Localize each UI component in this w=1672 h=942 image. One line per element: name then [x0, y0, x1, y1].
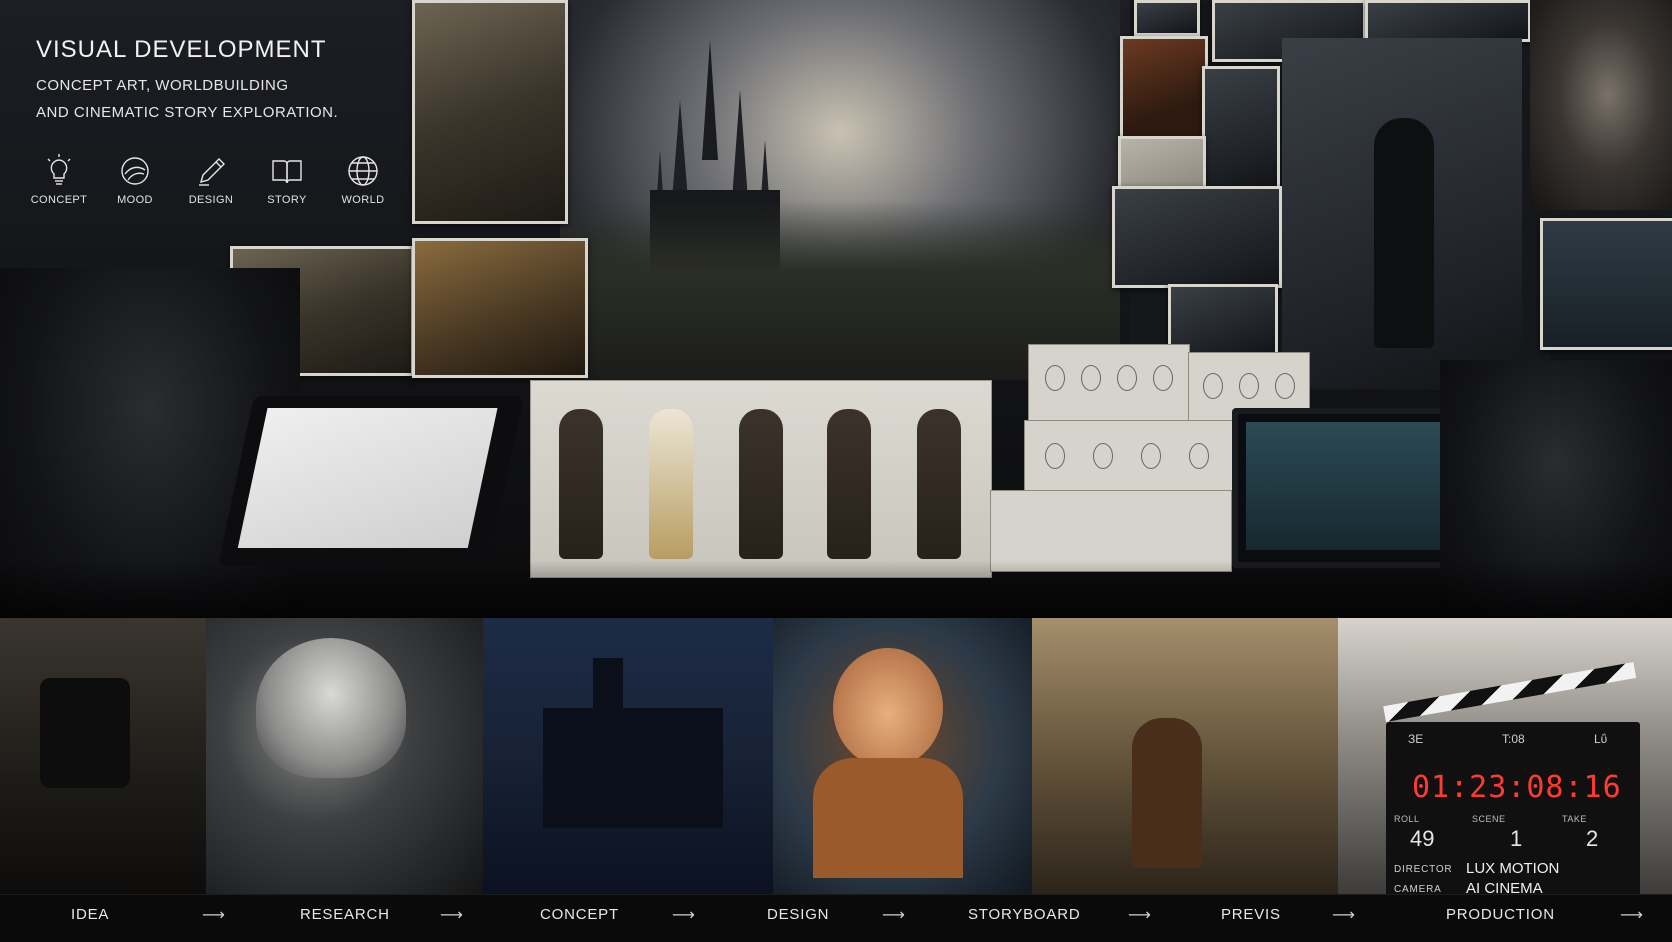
roll-label: ROLL — [1394, 814, 1420, 824]
arrow-icon: ⟶ — [1332, 907, 1355, 924]
arrow-icon: ⟶ — [1128, 907, 1151, 924]
category-world: WORLD — [328, 154, 398, 206]
clapperboard: ЗЕ T:08 Lΰ ROLL 49 SCENE 1 TAKE 2 DIRECT… — [1386, 722, 1640, 898]
panel-haunted-mansion — [483, 618, 773, 894]
arrow-icon: ⟶ — [440, 907, 463, 924]
category-label: CONCEPT — [30, 194, 88, 206]
take-label: TAKE — [1562, 814, 1587, 824]
pipeline-step-research: RESEARCH — [300, 906, 390, 923]
category-label: MOOD — [117, 194, 153, 206]
monitor-screen — [1246, 422, 1462, 550]
pinned-print — [1118, 136, 1206, 192]
category-design: DESIGN — [176, 154, 246, 206]
clapper-header-mid: T:08 — [1502, 732, 1525, 746]
book-icon — [272, 160, 302, 184]
tablet-sketch-screen — [237, 408, 498, 548]
panel-camera-operator — [0, 618, 206, 894]
pipeline-step-storyboard: STORYBOARD — [968, 906, 1081, 923]
roll-value: 49 — [1410, 826, 1435, 851]
scene-label: SCENE — [1472, 814, 1506, 824]
palette-icon — [121, 157, 149, 185]
panel-animated-boy — [773, 618, 1032, 894]
drawing-tablet — [217, 396, 525, 566]
ruins-print — [412, 238, 588, 378]
character-figure — [649, 409, 693, 559]
director-value: LUX MOTION — [1466, 860, 1560, 877]
take-value: 2 — [1586, 826, 1599, 851]
scene-shadow — [0, 560, 1672, 618]
character-figure — [559, 409, 603, 559]
character-figure — [917, 409, 961, 559]
floating-island-artwork — [412, 0, 568, 224]
page-title: VISUAL DEVELOPMENT — [36, 36, 327, 63]
arrow-icon: ⟶ — [202, 907, 225, 924]
pipeline-step-design: DESIGN — [767, 906, 830, 923]
pinned-print — [1365, 0, 1531, 42]
pinned-print — [1120, 36, 1208, 140]
character-figure — [827, 409, 871, 559]
pipeline-step-previs: PREVIS — [1221, 906, 1281, 923]
director-label: DIRECTOR — [1394, 864, 1453, 875]
clapper-header-right: Lΰ — [1594, 732, 1608, 746]
pipeline-step-idea: IDEA — [71, 906, 110, 923]
arrow-icon: ⟶ — [882, 907, 905, 924]
face-sketch-sheet — [1024, 420, 1234, 498]
clapper-header-left: ЗЕ — [1408, 732, 1424, 746]
creature-portrait — [1530, 0, 1672, 210]
subtitle-line-1: CONCEPT ART, WORLDBUILDING — [36, 77, 289, 94]
arrow-icon: ⟶ — [1620, 907, 1643, 924]
category-story: STORY — [252, 154, 322, 206]
pipeline-step-production: PRODUCTION — [1446, 906, 1555, 923]
character-figure — [739, 409, 783, 559]
character-lineup-sheet — [530, 380, 992, 578]
face-sketch-sheet — [1028, 344, 1190, 424]
lightbulb-icon — [47, 154, 71, 185]
category-mood: MOOD — [100, 154, 170, 206]
pencil-icon — [199, 158, 225, 186]
subtitle-line-2: AND CINEMATIC STORY EXPLORATION. — [36, 104, 339, 121]
category-concept: CONCEPT — [24, 154, 94, 206]
globe-icon — [348, 156, 378, 186]
pinned-print — [1112, 186, 1282, 288]
category-label: WORLD — [341, 194, 385, 206]
panel-astronaut-helmet — [206, 618, 483, 894]
pinned-print — [1134, 0, 1200, 36]
cloaked-figure-artwork — [1282, 38, 1522, 388]
timecode-display: 01:23:08:16 — [1412, 770, 1622, 805]
category-label: DESIGN — [188, 194, 234, 206]
pipeline-step-concept: CONCEPT — [540, 906, 619, 923]
panel-battle-scene — [1032, 618, 1338, 894]
category-label: STORY — [267, 194, 307, 206]
scene-value: 1 — [1510, 826, 1523, 851]
pipeline-bar — [0, 894, 1672, 942]
haunted-house-print — [1540, 218, 1672, 350]
arrow-icon: ⟶ — [672, 907, 695, 924]
pinned-print — [1202, 66, 1280, 190]
